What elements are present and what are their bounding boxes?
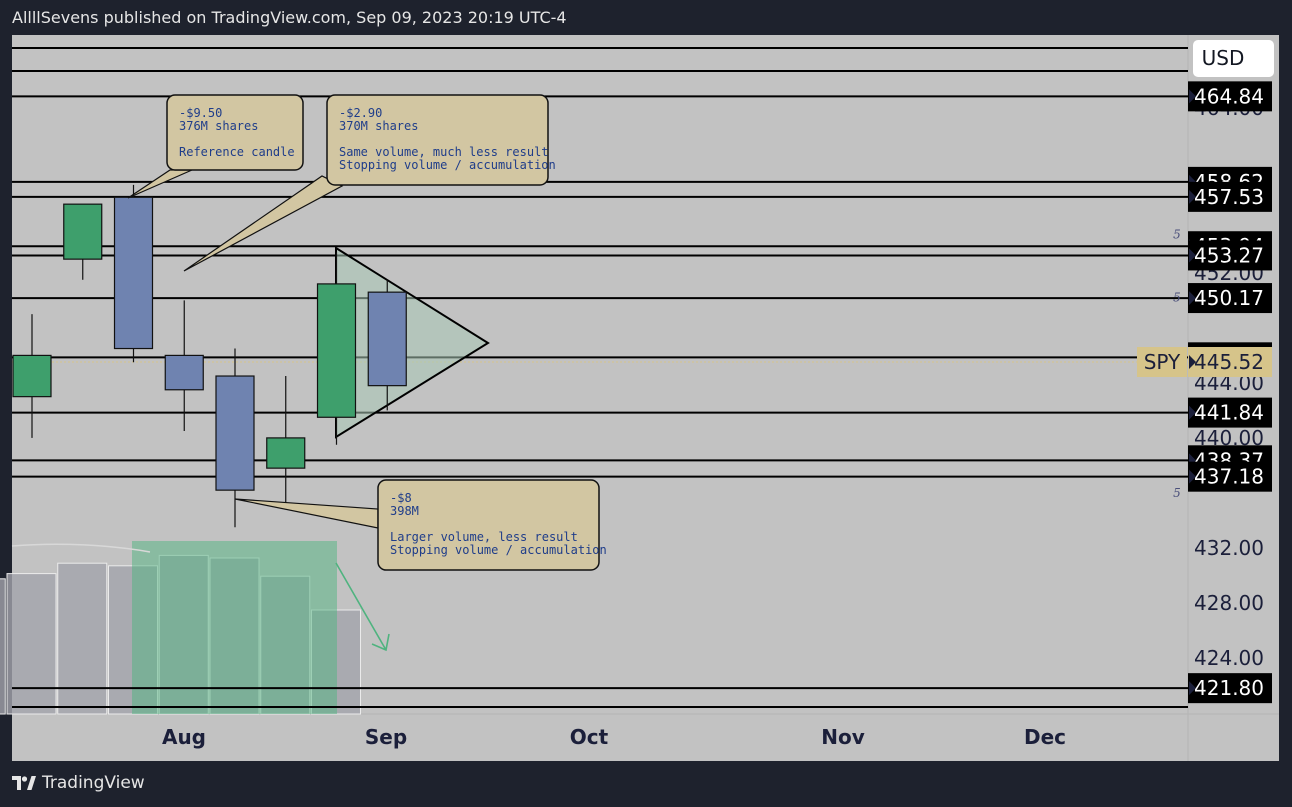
annotation-line: -$8 [390,491,412,505]
candle-bear[interactable] [367,291,407,387]
annotation-line: 376M shares [179,119,258,133]
annotation-line: 398M [390,504,419,518]
level-marker: 5 [1173,227,1181,241]
annotation-line: Larger volume, less result [390,530,578,544]
last-price-value: 445.52 [1194,350,1264,374]
x-tick-label: Dec [1024,725,1066,749]
price-chart[interactable]: -$9.50376M sharesReference candle-$2.903… [0,0,1292,807]
level-label: 457.53 [1194,185,1264,209]
annotation-line: -$2.90 [339,106,382,120]
candle-bull[interactable] [63,203,103,260]
annotation-line: Stopping volume / accumulation [339,158,556,172]
annotation-line: Reference candle [179,145,295,159]
level-label: 450.17 [1194,286,1264,310]
level-label: 421.80 [1194,676,1264,700]
annotation-callout[interactable]: -$2.90370M shares Same volume, much less … [326,94,556,186]
y-tick-label: 432.00 [1194,536,1264,560]
volume-bar [0,578,6,715]
candle-bear[interactable] [164,354,204,391]
level-label: 437.18 [1194,465,1264,489]
currency-label: USD [1202,46,1245,70]
x-tick-label: Aug [162,725,206,749]
currency-button[interactable]: USD [1193,40,1274,77]
level-marker: 5 [1173,291,1181,305]
annotation-callout[interactable]: -$8398M Larger volume, less resultStoppin… [377,479,607,571]
spy-label: SPY 445.52 [1137,347,1272,377]
volume-bar [6,573,57,715]
x-tick-label: Oct [570,725,609,749]
level-label: 441.84 [1194,401,1264,425]
footer-brand[interactable]: TradingView [12,773,145,793]
annotation-line: -$9.50 [179,106,222,120]
candle-bull[interactable] [266,437,306,469]
tradingview-wordmark: TradingView [42,773,145,793]
candle-bear[interactable] [215,375,255,491]
annotation-line: Same volume, much less result [339,145,549,159]
candle-bull[interactable] [12,354,52,398]
volume-bar [57,562,108,715]
level-label: 453.27 [1194,243,1264,267]
level-marker: 5 [1173,486,1181,500]
x-tick-label: Nov [821,725,865,749]
annotation-line: Stopping volume / accumulation [390,543,607,557]
level-label: 464.84 [1194,84,1264,108]
tradingview-logo-icon [12,776,36,790]
spy-symbol-label: SPY [1144,350,1181,374]
x-tick-label: Sep [365,725,407,749]
annotation-callout[interactable]: -$9.50376M shares Reference candle [166,94,304,171]
candle-bull[interactable] [316,283,357,418]
y-tick-label: 424.00 [1194,646,1264,670]
y-tick-label: 428.00 [1194,591,1264,615]
annotation-line: 370M shares [339,119,418,133]
candle-bear[interactable] [113,196,154,350]
